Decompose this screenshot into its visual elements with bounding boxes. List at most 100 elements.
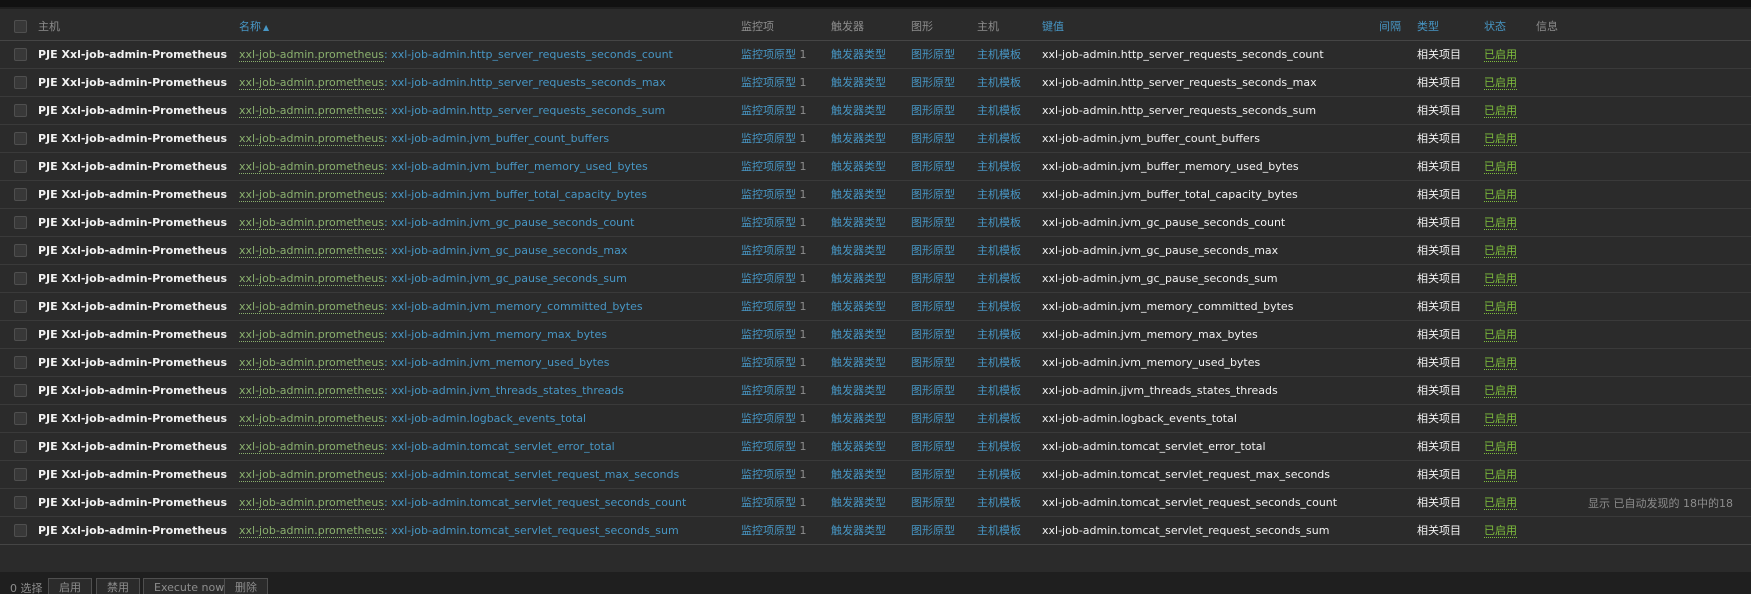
- row-triggers-link[interactable]: 触发器类型: [831, 104, 886, 117]
- row-checkbox[interactable]: [14, 495, 27, 509]
- row-hosts-link[interactable]: 主机模板: [977, 440, 1021, 453]
- row-graphs-link[interactable]: 图形原型: [911, 384, 955, 397]
- column-header-type[interactable]: 类型: [1417, 12, 1484, 41]
- row-graphs-link[interactable]: 图形原型: [911, 272, 955, 285]
- row-template-link[interactable]: xxl-job-admin.prometheus: [239, 467, 384, 482]
- row-name-link[interactable]: xxl-job-admin.tomcat_servlet_error_total: [391, 440, 615, 453]
- row-graphs-link[interactable]: 图形原型: [911, 440, 955, 453]
- row-status-toggle[interactable]: 已启用: [1484, 356, 1517, 370]
- row-name-link[interactable]: xxl-job-admin.jvm_memory_used_bytes: [391, 356, 609, 369]
- row-name-link[interactable]: xxl-job-admin.jvm_memory_max_bytes: [391, 328, 607, 341]
- row-graphs-link[interactable]: 图形原型: [911, 188, 955, 201]
- row-name-link[interactable]: xxl-job-admin.logback_events_total: [391, 412, 586, 425]
- row-items-link[interactable]: 监控项原型: [741, 104, 796, 117]
- row-name-link[interactable]: xxl-job-admin.jvm_memory_committed_bytes: [391, 300, 642, 313]
- row-template-link[interactable]: xxl-job-admin.prometheus: [239, 355, 384, 370]
- row-name-link[interactable]: xxl-job-admin.http_server_requests_secon…: [391, 76, 666, 89]
- row-graphs-link[interactable]: 图形原型: [911, 412, 955, 425]
- row-graphs-link[interactable]: 图形原型: [911, 160, 955, 173]
- row-checkbox[interactable]: [14, 299, 27, 313]
- row-checkbox[interactable]: [14, 131, 27, 145]
- row-items-link[interactable]: 监控项原型: [741, 244, 796, 257]
- row-triggers-link[interactable]: 触发器类型: [831, 468, 886, 481]
- row-name-link[interactable]: xxl-job-admin.tomcat_servlet_request_sec…: [391, 496, 686, 509]
- row-status-toggle[interactable]: 已启用: [1484, 300, 1517, 314]
- row-items-link[interactable]: 监控项原型: [741, 524, 796, 537]
- row-triggers-link[interactable]: 触发器类型: [831, 384, 886, 397]
- row-template-link[interactable]: xxl-job-admin.prometheus: [239, 271, 384, 286]
- column-header-status[interactable]: 状态: [1484, 12, 1536, 41]
- row-items-link[interactable]: 监控项原型: [741, 384, 796, 397]
- row-template-link[interactable]: xxl-job-admin.prometheus: [239, 327, 384, 342]
- row-template-link[interactable]: xxl-job-admin.prometheus: [239, 243, 384, 258]
- row-template-link[interactable]: xxl-job-admin.prometheus: [239, 383, 384, 398]
- row-checkbox[interactable]: [14, 271, 27, 285]
- row-template-link[interactable]: xxl-job-admin.prometheus: [239, 103, 384, 118]
- row-hosts-link[interactable]: 主机模板: [977, 468, 1021, 481]
- row-status-toggle[interactable]: 已启用: [1484, 132, 1517, 146]
- row-graphs-link[interactable]: 图形原型: [911, 468, 955, 481]
- column-header-key[interactable]: 键值: [1042, 12, 1379, 41]
- row-name-link[interactable]: xxl-job-admin.http_server_requests_secon…: [391, 104, 665, 117]
- row-items-link[interactable]: 监控项原型: [741, 188, 796, 201]
- row-status-toggle[interactable]: 已启用: [1484, 104, 1517, 118]
- row-graphs-link[interactable]: 图形原型: [911, 132, 955, 145]
- row-triggers-link[interactable]: 触发器类型: [831, 524, 886, 537]
- row-graphs-link[interactable]: 图形原型: [911, 524, 955, 537]
- row-triggers-link[interactable]: 触发器类型: [831, 188, 886, 201]
- row-checkbox[interactable]: [14, 355, 27, 369]
- row-template-link[interactable]: xxl-job-admin.prometheus: [239, 47, 384, 62]
- row-name-link[interactable]: xxl-job-admin.jvm_buffer_memory_used_byt…: [391, 160, 648, 173]
- row-status-toggle[interactable]: 已启用: [1484, 216, 1517, 230]
- row-hosts-link[interactable]: 主机模板: [977, 496, 1021, 509]
- row-status-toggle[interactable]: 已启用: [1484, 384, 1517, 398]
- row-items-link[interactable]: 监控项原型: [741, 76, 796, 89]
- row-items-link[interactable]: 监控项原型: [741, 216, 796, 229]
- row-template-link[interactable]: xxl-job-admin.prometheus: [239, 439, 384, 454]
- row-triggers-link[interactable]: 触发器类型: [831, 76, 886, 89]
- row-name-link[interactable]: xxl-job-admin.tomcat_servlet_request_max…: [391, 468, 679, 481]
- row-checkbox[interactable]: [14, 47, 27, 61]
- row-hosts-link[interactable]: 主机模板: [977, 328, 1021, 341]
- row-name-link[interactable]: xxl-job-admin.jvm_gc_pause_seconds_max: [391, 244, 627, 257]
- row-status-toggle[interactable]: 已启用: [1484, 272, 1517, 286]
- row-status-toggle[interactable]: 已启用: [1484, 496, 1517, 510]
- row-checkbox[interactable]: [14, 75, 27, 89]
- disable-button[interactable]: 禁用: [96, 578, 140, 594]
- row-triggers-link[interactable]: 触发器类型: [831, 160, 886, 173]
- row-checkbox[interactable]: [14, 103, 27, 117]
- row-items-link[interactable]: 监控项原型: [741, 496, 796, 509]
- row-checkbox[interactable]: [14, 159, 27, 173]
- row-checkbox[interactable]: [14, 439, 27, 453]
- row-graphs-link[interactable]: 图形原型: [911, 356, 955, 369]
- row-name-link[interactable]: xxl-job-admin.jvm_gc_pause_seconds_sum: [391, 272, 627, 285]
- row-status-toggle[interactable]: 已启用: [1484, 412, 1517, 426]
- row-triggers-link[interactable]: 触发器类型: [831, 496, 886, 509]
- row-name-link[interactable]: xxl-job-admin.jvm_gc_pause_seconds_count: [391, 216, 634, 229]
- row-graphs-link[interactable]: 图形原型: [911, 244, 955, 257]
- row-hosts-link[interactable]: 主机模板: [977, 244, 1021, 257]
- row-checkbox[interactable]: [14, 215, 27, 229]
- row-graphs-link[interactable]: 图形原型: [911, 328, 955, 341]
- row-template-link[interactable]: xxl-job-admin.prometheus: [239, 523, 384, 538]
- row-graphs-link[interactable]: 图形原型: [911, 76, 955, 89]
- row-triggers-link[interactable]: 触发器类型: [831, 216, 886, 229]
- row-items-link[interactable]: 监控项原型: [741, 160, 796, 173]
- row-triggers-link[interactable]: 触发器类型: [831, 356, 886, 369]
- row-checkbox[interactable]: [14, 411, 27, 425]
- execute-now-button[interactable]: Execute now: [143, 578, 236, 594]
- row-hosts-link[interactable]: 主机模板: [977, 104, 1021, 117]
- column-header-name[interactable]: 名称 ▲: [239, 12, 741, 41]
- row-checkbox[interactable]: [14, 383, 27, 397]
- row-template-link[interactable]: xxl-job-admin.prometheus: [239, 75, 384, 90]
- delete-button[interactable]: 删除: [224, 578, 268, 594]
- row-triggers-link[interactable]: 触发器类型: [831, 328, 886, 341]
- row-template-link[interactable]: xxl-job-admin.prometheus: [239, 299, 384, 314]
- row-graphs-link[interactable]: 图形原型: [911, 300, 955, 313]
- row-hosts-link[interactable]: 主机模板: [977, 272, 1021, 285]
- row-items-link[interactable]: 监控项原型: [741, 272, 796, 285]
- row-checkbox[interactable]: [14, 187, 27, 201]
- row-items-link[interactable]: 监控项原型: [741, 300, 796, 313]
- select-all-checkbox[interactable]: [14, 19, 27, 33]
- row-items-link[interactable]: 监控项原型: [741, 412, 796, 425]
